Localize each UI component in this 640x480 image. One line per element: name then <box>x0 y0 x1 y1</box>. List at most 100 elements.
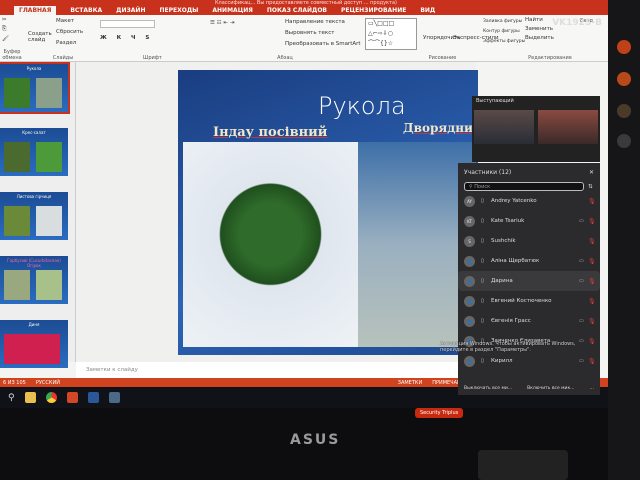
tab-slideshow[interactable]: ПОКАЗ СЛАЙДОВ <box>267 7 327 14</box>
tab-view[interactable]: ВИД <box>420 7 435 14</box>
monitor-button[interactable] <box>617 104 631 118</box>
shapes-gallery[interactable]: ▭╲□□□ △⌐⇨⇩○ ⌒⌒{}☆ <box>365 18 417 50</box>
group-label: Слайды <box>52 55 74 61</box>
device-icon: ▯ <box>481 258 484 264</box>
participant-name: Евгений Костюченко <box>491 298 552 304</box>
layout-button[interactable]: Макет <box>56 18 74 24</box>
tab-home[interactable]: ГЛАВНАЯ <box>14 6 57 15</box>
mute-all-button[interactable]: Выключать все ми... <box>464 386 512 391</box>
muted-mic-icon[interactable]: 🎙 <box>588 258 596 265</box>
participant-name: Євгенія Грасс <box>491 318 531 324</box>
ribbon-tabs: Классификац... Вы предоставляете совмест… <box>0 0 608 15</box>
muted-mic-icon[interactable]: 🎙 <box>588 198 596 205</box>
monitor-button[interactable] <box>617 134 631 148</box>
select-button[interactable]: Выделить <box>525 35 575 41</box>
participant-row[interactable]: 👤 ▯ Дарина ▭ 🎙 <box>458 271 600 291</box>
participant-row[interactable]: 👤 ▯ Аліна Щербатюк ▭ 🎙 <box>458 251 600 271</box>
list-buttons[interactable]: ☰ ☷ ⇤ ⇥ <box>210 20 234 26</box>
camera-icon: ▭ <box>579 218 584 224</box>
sort-icon[interactable]: ⇅ <box>588 184 593 190</box>
font-group: Ж К Ч S Шрифт <box>100 17 205 61</box>
group-label: Рисование <box>428 55 457 61</box>
thumbnail-1[interactable]: Рукола <box>0 62 70 114</box>
align-text-button[interactable]: Выровнять текст <box>285 30 334 36</box>
shape-outline-button[interactable]: Контур фигуры <box>483 29 520 34</box>
participant-name: Kate Tsariuk <box>491 218 525 224</box>
search-placeholder: Поиск <box>474 184 491 190</box>
font-name-select[interactable] <box>100 20 155 28</box>
participant-name: Sushchik <box>491 238 516 244</box>
unmute-all-button[interactable]: Включить все мик... <box>527 386 574 391</box>
muted-mic-icon[interactable]: 🎙 <box>588 238 596 245</box>
avatar: 👤 <box>464 355 475 367</box>
close-icon[interactable]: ✕ <box>589 169 594 176</box>
monitor-screen: Классификац... Вы предоставляете совмест… <box>0 0 608 408</box>
chrome-icon[interactable] <box>45 392 57 403</box>
tab-transitions[interactable]: ПЕРЕХОДЫ <box>159 7 198 14</box>
section-button[interactable]: Раздел <box>56 40 76 46</box>
device-icon: ▯ <box>481 218 484 224</box>
smartart-button[interactable]: Преобразовать в SmartArt <box>285 41 361 47</box>
camera-icon: ▭ <box>579 258 584 264</box>
tab-review[interactable]: РЕЦЕНЗИРОВАНИЕ <box>341 7 406 14</box>
copy-icon[interactable]: ⎘ <box>2 26 22 33</box>
avatar-initials: KT <box>467 218 472 224</box>
device-icon: ▯ <box>481 318 484 324</box>
avatar: 👤 <box>464 315 475 327</box>
slide-counter: 6 ИЗ 105 <box>3 379 26 386</box>
cut-icon[interactable]: ✂ <box>2 17 22 23</box>
monitor-button[interactable] <box>617 72 631 86</box>
tab-design[interactable]: ДИЗАЙН <box>116 7 145 14</box>
sticker: Security Triplus <box>415 408 464 418</box>
participant-row[interactable]: KT ▯ Kate Tsariuk ▭ 🎙 <box>458 211 600 231</box>
power-button[interactable] <box>617 40 631 54</box>
participant-row[interactable]: 👤 ▯ Кирилл ▭ 🎙 <box>458 351 600 371</box>
reset-button[interactable]: Сбросить <box>56 29 83 35</box>
muted-mic-icon[interactable]: 🎙 <box>588 318 596 325</box>
muted-mic-icon[interactable]: 🎙 <box>588 278 596 285</box>
tab-animation[interactable]: АНИМАЦИЯ <box>212 7 253 14</box>
text-direction-button[interactable]: Направление текста <box>285 19 345 25</box>
participant-row[interactable]: 👤 ▯ Євгенія Грасс ▭ 🎙 <box>458 311 600 331</box>
shape-fill-button[interactable]: Заливка фигуры <box>483 19 522 24</box>
thumbnail-3[interactable]: Листова гірчиця <box>0 192 68 240</box>
shape-effects-button[interactable]: Эффекты фигуры <box>483 39 525 44</box>
slide-title: Рукола <box>318 92 406 120</box>
more-icon[interactable]: … <box>589 386 594 391</box>
current-slide[interactable]: Рукола Індау посівний Дворяднитонколисті <box>178 70 481 355</box>
participant-row[interactable]: AY ▯ Andrey Yatcenko 🎙 <box>458 191 600 211</box>
word-icon[interactable] <box>87 392 99 403</box>
participants-title: Участники (12) <box>464 169 512 176</box>
camera-icon: ▭ <box>579 318 584 324</box>
video-tile[interactable] <box>474 110 534 144</box>
participant-search-input[interactable]: ⚲ Поиск <box>464 182 584 191</box>
video-tile[interactable] <box>538 110 598 144</box>
file-explorer-icon[interactable] <box>24 392 36 403</box>
muted-mic-icon[interactable]: 🎙 <box>588 218 596 225</box>
participant-name: Кирилл <box>491 358 513 364</box>
notes-toggle[interactable]: ЗАМЕТКИ <box>398 380 422 386</box>
muted-mic-icon[interactable]: 🎙 <box>588 298 596 305</box>
participant-row[interactable]: S ▯ Sushchik 🎙 <box>458 231 600 251</box>
participant-row[interactable]: 👤 ▯ Евгений Костюченко 🎙 <box>458 291 600 311</box>
clipboard-group: ✂ ⎘ 🖌 Буфер обмена <box>2 17 22 61</box>
arugula-leaf-image <box>183 142 358 347</box>
group-label: Абзац <box>277 55 293 61</box>
slide-thumbnails[interactable]: Рукола Крес-салат Листова гірчиця Гарбуз… <box>0 62 76 368</box>
tab-insert[interactable]: ВСТАВКА <box>70 7 102 14</box>
thumbnail-4[interactable]: Гарбузові (Cucurbitaceae) Огірок <box>0 256 68 304</box>
thumbnail-5[interactable]: Диня <box>0 320 68 368</box>
muted-mic-icon[interactable]: 🎙 <box>588 358 596 365</box>
thumbnail-title: Гарбузові (Cucurbitaceae) Огірок <box>7 258 61 268</box>
format-painter-icon[interactable]: 🖌 <box>2 36 22 42</box>
powerpoint-icon[interactable] <box>66 392 78 403</box>
meeting-app-icon[interactable] <box>108 392 120 403</box>
camera-icon: ▭ <box>579 358 584 364</box>
thumbnail-2[interactable]: Крес-салат <box>0 128 68 176</box>
new-slide-button[interactable]: Создать слайд <box>28 31 52 43</box>
notes-field[interactable]: Заметки к слайду <box>76 362 476 378</box>
language-indicator[interactable]: РУССКИЙ <box>36 380 60 386</box>
font-format-buttons[interactable]: Ж К Ч S <box>100 35 205 41</box>
search-icon[interactable]: ⚲ <box>8 393 15 403</box>
thumbnail-title: Крес-салат <box>22 130 46 135</box>
